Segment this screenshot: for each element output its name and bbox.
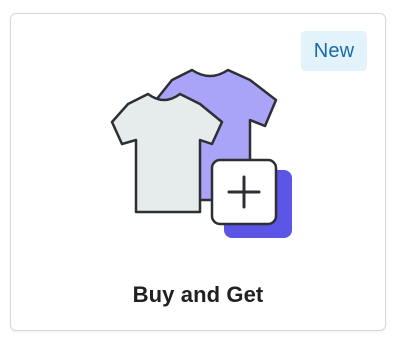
new-badge: New (301, 31, 367, 71)
two-shirts-plus-icon (100, 60, 300, 250)
card-title: Buy and Get (132, 282, 264, 307)
